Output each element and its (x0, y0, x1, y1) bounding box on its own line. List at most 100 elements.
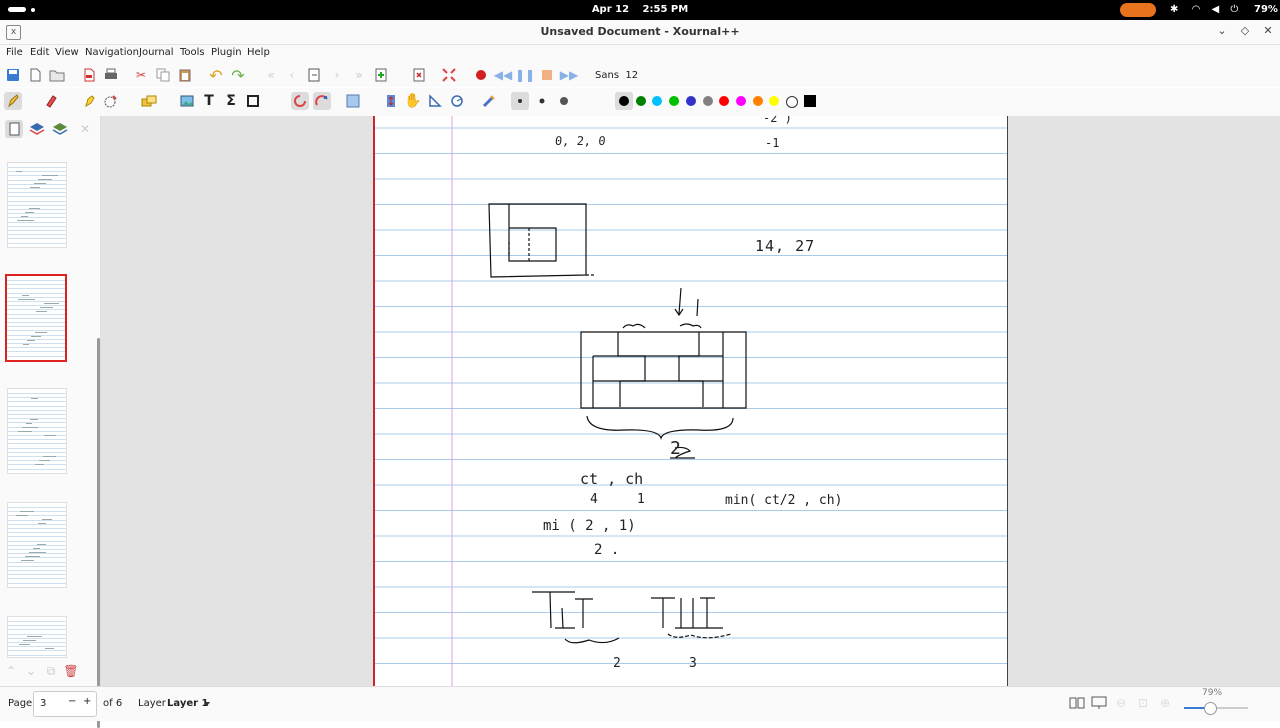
color-swatch-10[interactable] (786, 96, 798, 108)
select-tool-icon[interactable] (102, 92, 120, 110)
current-color-indicator[interactable] (804, 95, 816, 107)
fullscreen-icon[interactable] (440, 66, 458, 84)
copy-icon[interactable] (154, 66, 172, 84)
zoom-in-icon[interactable]: ⊕ (1156, 694, 1174, 712)
two-page-view-icon[interactable] (1068, 694, 1086, 712)
menu-view[interactable]: View (55, 47, 79, 58)
page-preview-tab-icon[interactable] (5, 120, 23, 138)
layer-stack-tab-icon[interactable] (51, 120, 69, 138)
goto-page-icon[interactable] (305, 66, 323, 84)
redo-icon[interactable]: ↷ (229, 66, 247, 85)
layer-selector[interactable]: Layer 1 (167, 698, 208, 709)
hand-tool-icon[interactable]: ✋ (404, 92, 422, 110)
menu-tools[interactable]: Tools (180, 47, 205, 58)
thickness-thick-icon[interactable] (555, 92, 573, 110)
document-canvas[interactable]: 0, 2, 0 -2 ) -1 14, 27 2 ct , ch 4 1 min… (101, 116, 1280, 686)
sidebar-scrollbar[interactable] (97, 338, 100, 728)
copy-page-icon[interactable]: ⧉ (42, 662, 60, 680)
page-spinner[interactable]: 3 − + (33, 691, 97, 717)
snap-rotation-icon[interactable] (291, 92, 309, 110)
page-decrement-button[interactable]: − (68, 696, 76, 707)
new-document-icon[interactable] (26, 66, 44, 84)
paste-icon[interactable] (176, 66, 194, 84)
shapes-tool-icon[interactable] (140, 92, 158, 110)
color-swatch-1[interactable] (635, 96, 646, 106)
page-number-input[interactable]: 3 (40, 698, 46, 709)
window-titlebar[interactable]: x Unsaved Document - Xournal++ ⌄ ◇ ✕ (0, 20, 1280, 45)
color-swatch-4[interactable] (685, 96, 696, 106)
layer-dropdown-icon[interactable] (204, 702, 210, 706)
cut-icon[interactable]: ✂ (132, 66, 150, 84)
go-next-page-icon[interactable]: › (328, 66, 346, 84)
close-sidebar-icon[interactable]: ✕ (76, 120, 94, 138)
zoom-out-icon[interactable]: ⊖ (1112, 694, 1130, 712)
color-swatch-8[interactable] (752, 96, 763, 106)
audio-seek-forward-icon[interactable]: ▶▶ (560, 66, 578, 84)
layer-preview-tab-icon[interactable] (28, 120, 46, 138)
screen-record-icon[interactable] (1120, 3, 1156, 17)
audio-stop-icon[interactable] (538, 66, 556, 84)
thickness-fine-icon[interactable] (511, 92, 529, 110)
color-swatch-0[interactable] (619, 96, 629, 106)
export-pdf-icon[interactable] (80, 66, 98, 84)
print-icon[interactable] (102, 66, 120, 84)
move-page-down-icon[interactable]: ⌄ (22, 662, 40, 680)
menu-journal[interactable]: Journal (139, 47, 174, 58)
image-tool-icon[interactable] (178, 92, 196, 110)
audio-seek-back-icon[interactable]: ◀◀ (494, 66, 512, 84)
highlighter-tool-icon[interactable] (80, 92, 98, 110)
menu-edit[interactable]: Edit (30, 47, 49, 58)
go-last-page-icon[interactable]: » (350, 66, 368, 84)
compass-icon[interactable] (448, 92, 466, 110)
vertical-space-icon[interactable] (382, 92, 400, 110)
audio-pause-icon[interactable]: ❚❚ (515, 66, 535, 84)
pen-tool-icon[interactable] (4, 92, 22, 110)
delete-page-icon[interactable] (410, 66, 428, 84)
page-increment-button[interactable]: + (83, 696, 91, 707)
snap-grid-icon[interactable] (313, 92, 331, 110)
color-swatch-6[interactable] (719, 96, 730, 106)
page-thumbnail[interactable] (7, 388, 67, 474)
fill-color-icon[interactable] (344, 92, 362, 110)
system-clock[interactable]: Apr 12 2:55 PM (0, 4, 1280, 15)
eraser-tool-icon[interactable] (42, 92, 60, 110)
menu-file[interactable]: File (6, 47, 23, 58)
menu-help[interactable]: Help (247, 47, 270, 58)
font-selector[interactable]: Sans 12 (595, 70, 638, 81)
restore-icon[interactable]: ◇ (1238, 24, 1252, 37)
color-swatch-5[interactable] (702, 96, 713, 106)
color-picker-icon[interactable] (586, 92, 604, 110)
pen-settings-icon[interactable] (480, 92, 498, 110)
page-background-icon[interactable] (244, 92, 262, 110)
thickness-medium-icon[interactable] (533, 92, 551, 110)
close-icon[interactable]: ✕ (1261, 24, 1275, 37)
color-swatch-3[interactable] (669, 96, 680, 106)
page-thumbnail[interactable] (7, 162, 67, 248)
insert-page-icon[interactable] (372, 66, 390, 84)
menu-navigation[interactable]: Navigation (85, 47, 139, 58)
zoom-fit-icon[interactable]: ⊡ (1134, 694, 1152, 712)
open-folder-icon[interactable] (48, 66, 66, 84)
go-first-page-icon[interactable]: « (262, 66, 280, 84)
menu-plugin[interactable]: Plugin (211, 47, 242, 58)
setsquare-icon[interactable] (426, 92, 444, 110)
save-icon[interactable] (4, 66, 22, 84)
page-thumbnail[interactable] (7, 616, 67, 658)
presentation-mode-icon[interactable] (1090, 694, 1108, 712)
minimize-icon[interactable]: ⌄ (1215, 24, 1229, 37)
go-previous-page-icon[interactable]: ‹ (283, 66, 301, 84)
page-thumbnail[interactable] (7, 502, 67, 588)
latex-tool-icon[interactable]: Σ (222, 92, 240, 110)
system-tray[interactable]: ✱ ◠ ◀ ⏻ (1170, 4, 1238, 15)
journal-page[interactable]: 0, 2, 0 -2 ) -1 14, 27 2 ct , ch 4 1 min… (373, 116, 1008, 686)
zoom-slider-handle[interactable] (1204, 702, 1217, 715)
color-swatch-9[interactable] (769, 96, 780, 106)
record-audio-icon[interactable] (472, 66, 490, 84)
text-tool-icon[interactable]: T (200, 92, 218, 110)
page-thumbnail[interactable] (5, 274, 67, 362)
color-swatch-7[interactable] (735, 96, 746, 106)
color-swatch-2[interactable] (652, 96, 663, 106)
delete-page-sidebar-icon[interactable]: 🗑 (62, 662, 80, 680)
undo-icon[interactable]: ↶ (207, 66, 225, 85)
move-page-up-icon[interactable]: ⌃ (2, 662, 20, 680)
